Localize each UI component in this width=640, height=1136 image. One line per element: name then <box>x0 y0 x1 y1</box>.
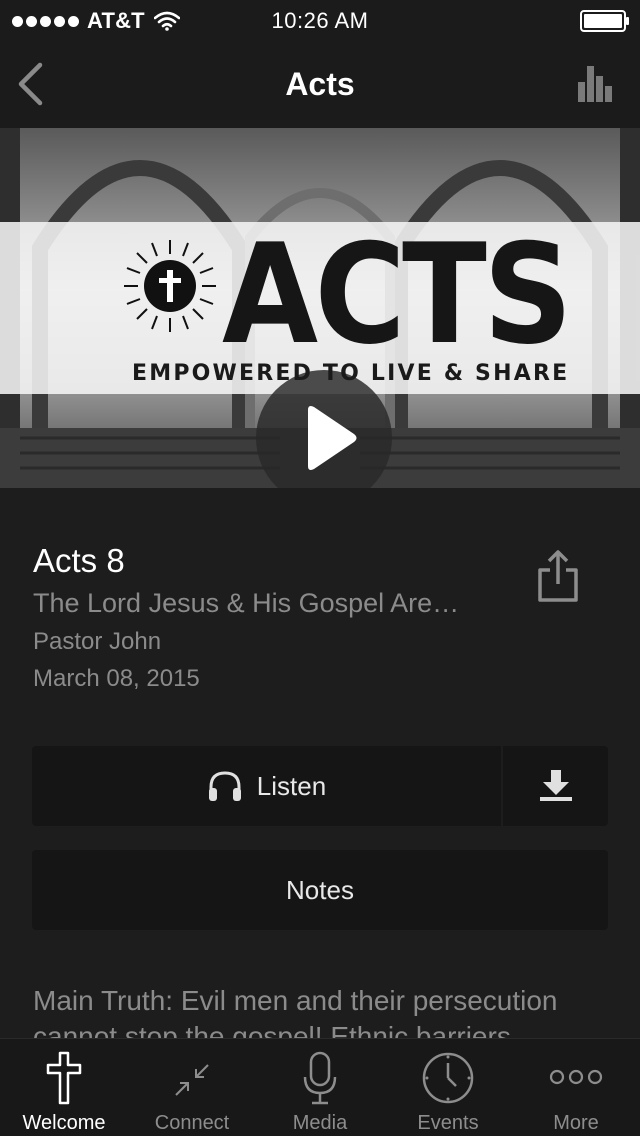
tab-label: Welcome <box>22 1112 106 1134</box>
page-title: Acts <box>285 66 355 102</box>
sermon-details: Acts 8 The Lord Jesus & His Gospel Are… … <box>0 488 640 1038</box>
play-button[interactable] <box>256 370 392 488</box>
download-button[interactable] <box>503 746 608 826</box>
cross-icon <box>46 1051 82 1105</box>
sermon-subtitle: The Lord Jesus & His Gospel Are… <box>33 588 460 618</box>
share-icon[interactable] <box>536 548 580 604</box>
tab-connect[interactable]: Connect <box>128 1039 256 1136</box>
tab-label: Connect <box>154 1112 230 1134</box>
microphone-icon <box>303 1051 337 1105</box>
tab-label: More <box>553 1112 599 1134</box>
tab-welcome[interactable]: Welcome <box>0 1039 128 1136</box>
tab-more[interactable]: More <box>512 1039 640 1136</box>
series-subtitle: EMPOWERED TO LIVE & SHARE <box>132 361 570 386</box>
tab-media[interactable]: Media <box>256 1039 384 1136</box>
sermon-title: Acts 8 <box>33 542 125 579</box>
sermon-artwork[interactable]: ACTS <box>0 128 640 488</box>
tab-events[interactable]: Events <box>384 1039 512 1136</box>
sermon-date: March 08, 2015 <box>33 665 200 692</box>
notes-label: Notes <box>286 874 354 905</box>
series-title: ACTS <box>222 214 573 375</box>
play-icon <box>308 406 357 470</box>
cross-sunburst-icon <box>124 240 216 332</box>
tab-bar: Welcome Connect Media Events More <box>0 1038 640 1136</box>
sermon-description: Main Truth: Evil men and their persecuti… <box>33 985 558 1038</box>
ellipsis-icon <box>549 1069 603 1085</box>
bar-chart-icon[interactable] <box>578 66 614 102</box>
clock-icon <box>422 1052 474 1104</box>
sermon-speaker: Pastor John <box>33 628 162 655</box>
headphones-icon <box>208 771 241 801</box>
tab-label: Media <box>292 1112 348 1134</box>
tab-label: Events <box>417 1112 479 1134</box>
status-time: 10:26 AM <box>271 8 369 33</box>
listen-button[interactable]: Listen <box>32 746 501 826</box>
navigation-bar: Acts <box>0 40 640 128</box>
notes-button[interactable]: Notes <box>32 850 608 930</box>
battery-icon <box>580 10 629 32</box>
download-icon <box>540 770 572 801</box>
collapse-arrows-icon <box>175 1064 209 1096</box>
listen-label: Listen <box>256 770 327 801</box>
status-bar: AT&T 10:26 AM <box>0 0 640 40</box>
